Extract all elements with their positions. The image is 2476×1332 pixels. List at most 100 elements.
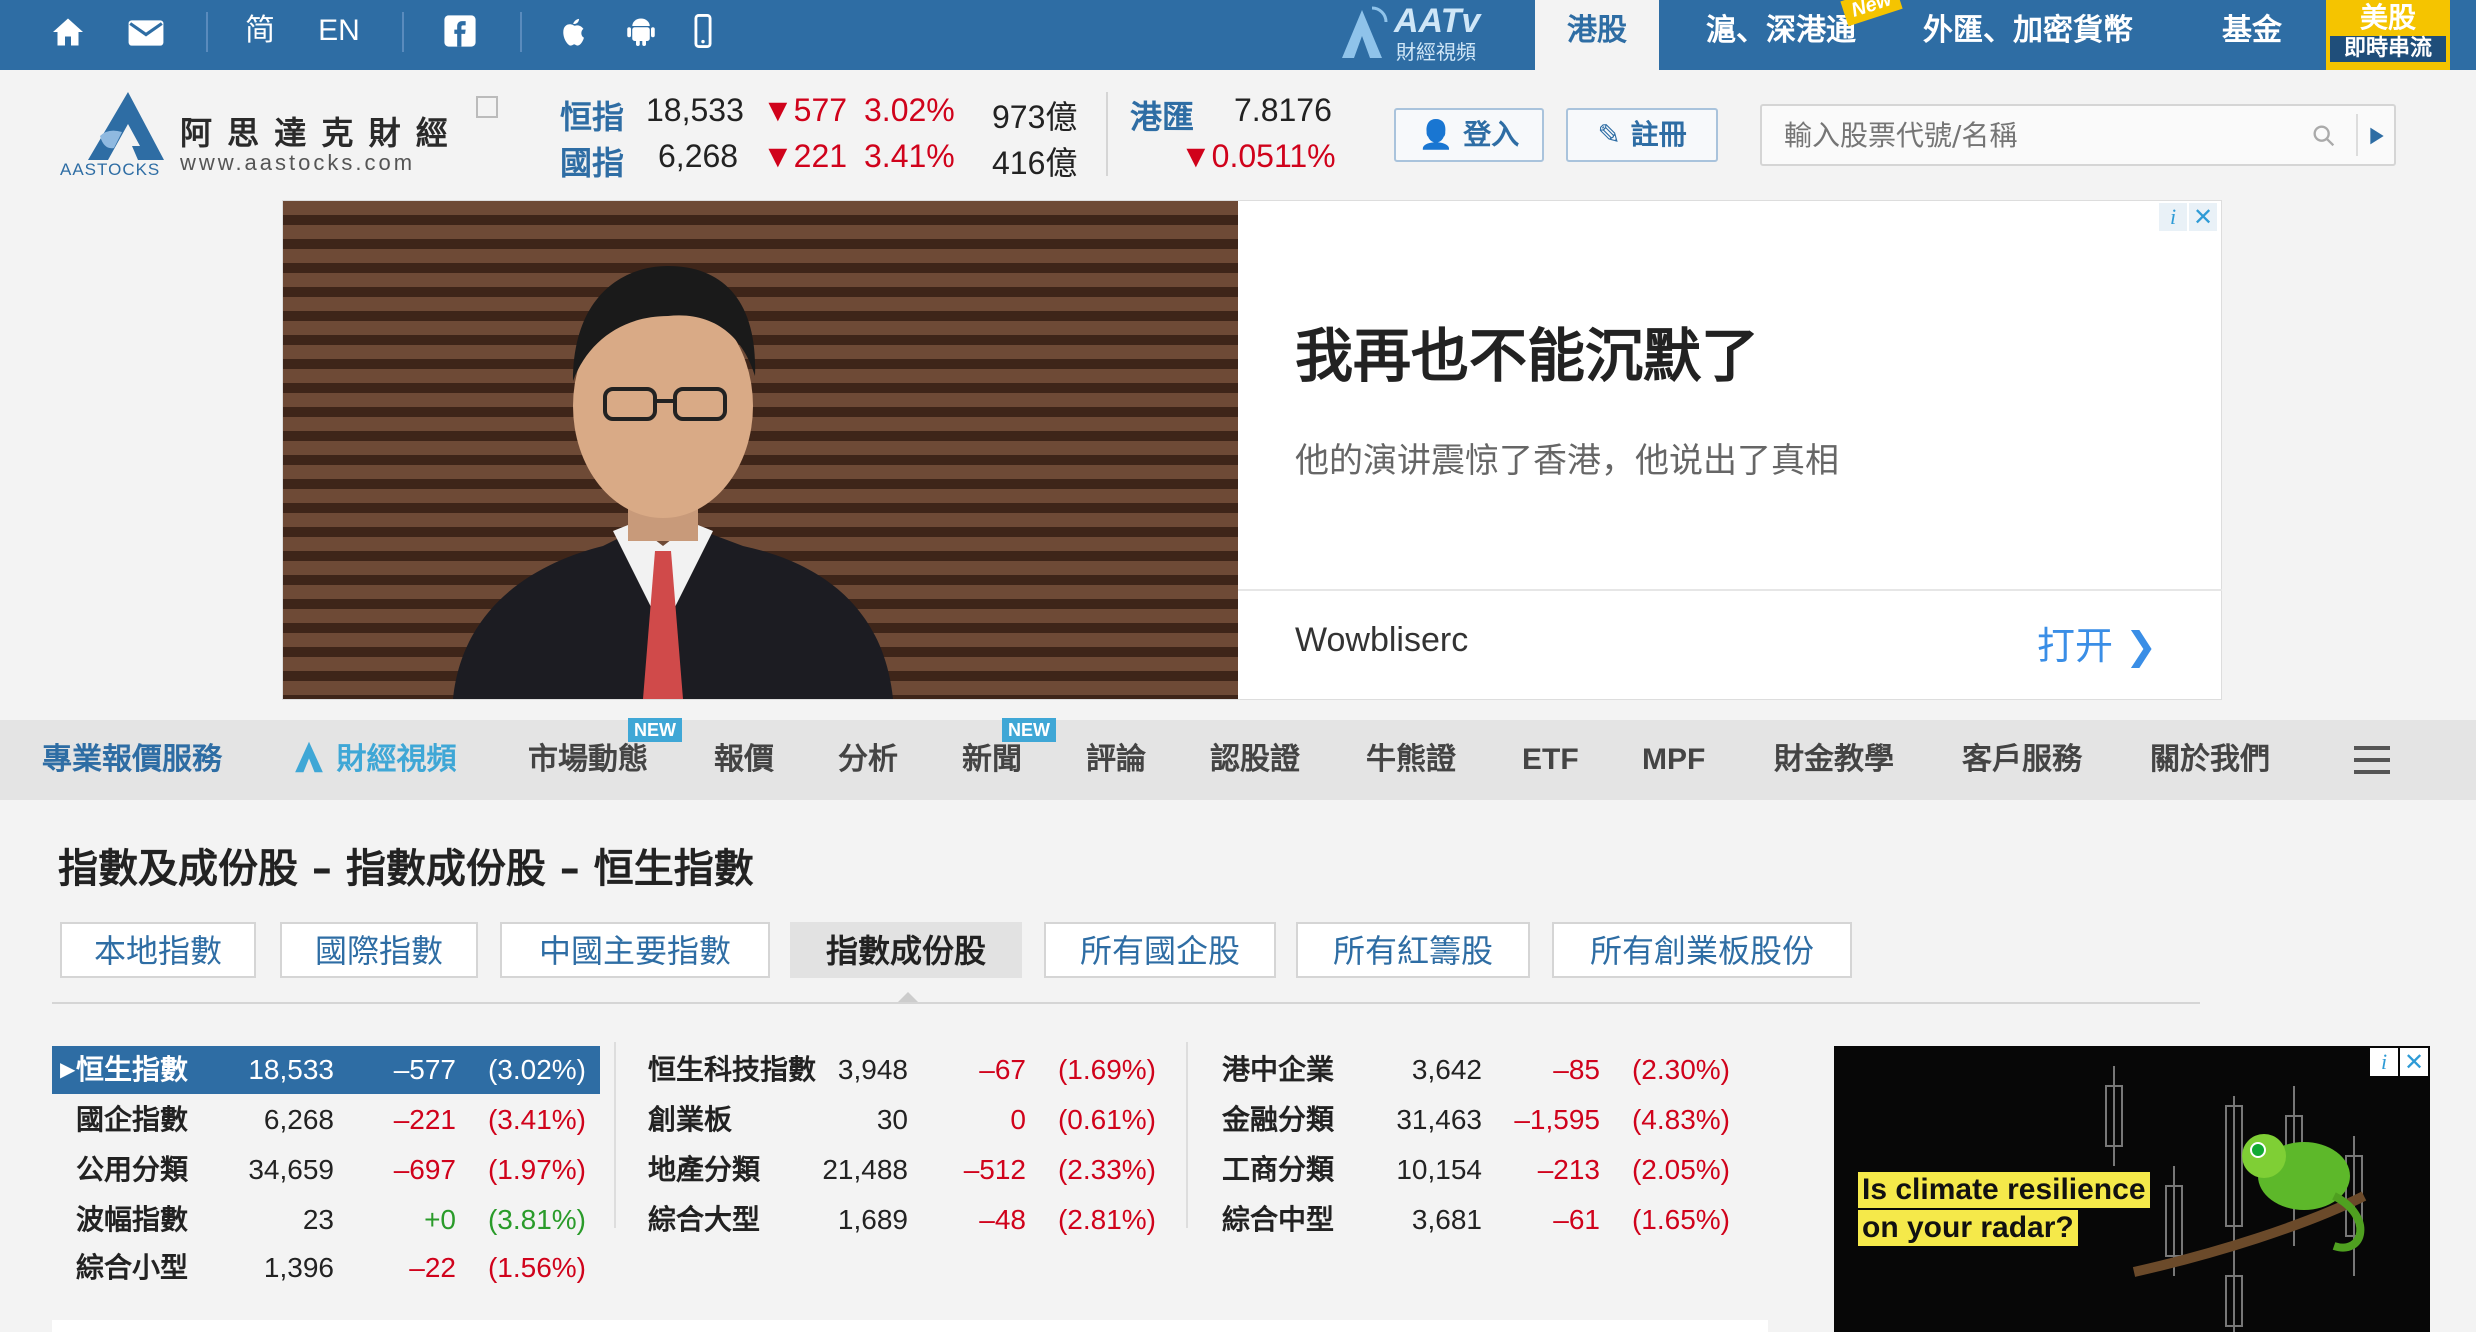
index-value: 3,681	[1411, 1204, 1482, 1235]
index-change: –213	[1537, 1154, 1600, 1185]
index-value: 10,154	[1396, 1154, 1482, 1185]
subtab-intl-index[interactable]: 國際指數	[280, 922, 478, 978]
nav-pro-quote[interactable]: 專業報價服務	[42, 720, 222, 800]
tab-hk-stocks[interactable]: 港股	[1535, 0, 1659, 70]
aatv-logo[interactable]: AATv 財經視頻	[1338, 2, 1498, 64]
index-name: 公用分類	[76, 1153, 189, 1186]
nav-cbbc[interactable]: 牛熊證	[1366, 720, 1456, 800]
nav-warrants[interactable]: 認股證	[1210, 720, 1300, 800]
ad-open-button[interactable]: 打开 ❯	[2037, 615, 2157, 670]
new-tag: New	[1840, 0, 1903, 27]
table-row[interactable]: 恒生科技指數 3,948 –67 (1.69%)	[640, 1046, 1168, 1094]
table-row[interactable]: 地產分類 21,488 –512 (2.33%)	[640, 1146, 1168, 1194]
tab-fx-crypto[interactable]: 外匯、加密貨幣	[1908, 0, 2148, 70]
index-value: 23	[302, 1204, 334, 1235]
index-pct: (3.81%)	[487, 1204, 586, 1235]
subtab-constituents[interactable]: 指數成份股	[790, 922, 1022, 978]
divider	[52, 1002, 2200, 1004]
hscei-label[interactable]: 國指	[560, 138, 624, 184]
table-row[interactable]: 金融分類 31,463 –1,595 (4.83%)	[1212, 1096, 1740, 1144]
table-row[interactable]: 創業板 30 0 (0.61%)	[640, 1096, 1168, 1144]
table-row[interactable]: 綜合中型 3,681 –61 (1.65%)	[1212, 1196, 1740, 1244]
index-change: –221	[393, 1104, 456, 1135]
side-ad-info-icon[interactable]: i	[2370, 1048, 2398, 1076]
index-value: 1,689	[837, 1204, 908, 1235]
ad-subline: 他的演讲震惊了香港，他说出了真相	[1295, 441, 1839, 481]
side-ad-close-icon[interactable]: ✕	[2400, 1048, 2428, 1076]
divider	[520, 12, 522, 52]
logo-mark-text: AASTOCKS	[60, 160, 161, 179]
nav-customer-service[interactable]: 客戶服務	[1962, 720, 2082, 800]
index-change: –67	[979, 1054, 1026, 1085]
table-row[interactable]: 國企指數 6,268 –221 (3.41%)	[52, 1096, 600, 1144]
index-change: +0	[424, 1204, 456, 1235]
nav-about[interactable]: 關於我們	[2150, 720, 2270, 800]
search-icon[interactable]	[2310, 122, 2338, 150]
side-ad[interactable]: Is climate resilience on your radar? i ✕	[1834, 1046, 2430, 1332]
fx-change: ▼0.0511%	[1180, 138, 1336, 174]
index-pct: (1.69%)	[1057, 1054, 1156, 1085]
ad-close-icon[interactable]: ✕	[2189, 203, 2217, 231]
subtab-china-index[interactable]: 中國主要指數	[500, 922, 770, 978]
expand-icon[interactable]	[476, 96, 498, 118]
divider	[402, 12, 404, 52]
ad-info-icon[interactable]: i	[2159, 203, 2187, 231]
search-box	[1760, 104, 2396, 166]
table-row[interactable]: 工商分類 10,154 –213 (2.05%)	[1212, 1146, 1740, 1194]
nav-commentary[interactable]: 評論	[1086, 720, 1146, 800]
index-change: –577	[393, 1054, 456, 1085]
ad-cta-label: 打开	[2037, 624, 2114, 668]
tab-funds[interactable]: 基金	[2192, 0, 2312, 70]
register-button[interactable]: ✎ 註冊	[1566, 108, 1718, 162]
mobile-icon[interactable]	[690, 0, 716, 70]
tab-stock-connect-label: 滬、深港通	[1706, 13, 1856, 48]
aastocks-logo[interactable]: AASTOCKS	[58, 88, 178, 184]
fx-label[interactable]: 港匯	[1130, 92, 1194, 138]
hscei-value: 6,268	[658, 138, 739, 174]
table-row[interactable]: 綜合小型 1,396 –22 (1.56%)	[52, 1244, 600, 1292]
apple-icon[interactable]	[556, 0, 590, 70]
home-icon[interactable]	[48, 0, 88, 70]
index-change: 0	[1010, 1104, 1026, 1135]
table-row[interactable]: 綜合大型 1,689 –48 (2.81%)	[640, 1196, 1168, 1244]
subtab-h-shares[interactable]: 所有國企股	[1044, 922, 1276, 978]
mail-icon[interactable]	[124, 0, 168, 70]
logo-url: www.aastocks.com	[180, 150, 416, 175]
hsi-label[interactable]: 恒指	[560, 92, 624, 138]
index-change: –512	[963, 1154, 1026, 1185]
table-row[interactable]: 波幅指數 23 +0 (3.81%)	[52, 1196, 600, 1244]
android-icon[interactable]	[624, 0, 658, 70]
subtab-gem[interactable]: 所有創業板股份	[1552, 922, 1852, 978]
table-row[interactable]: 港中企業 3,642 –85 (2.30%)	[1212, 1046, 1740, 1094]
nav-analysis[interactable]: 分析	[838, 720, 898, 800]
tab-stock-connect[interactable]: 滬、深港通 New	[1662, 0, 1903, 70]
fx-value: 7.8176	[1234, 92, 1332, 128]
ad-banner[interactable]: 我再也不能沉默了 他的演讲震惊了香港，他说出了真相 Wowbliserc 打开 …	[282, 200, 2222, 700]
nav-etf[interactable]: ETF	[1522, 720, 1579, 800]
index-name: 地產分類	[648, 1153, 761, 1186]
table-row[interactable]: ▶ 恒生指數 18,533 –577 (3.02%)	[52, 1046, 600, 1094]
hscei-change: ▼221	[762, 138, 848, 174]
index-change: –697	[393, 1154, 456, 1185]
nav-mpf[interactable]: MPF	[1642, 720, 1705, 800]
lang-en-link[interactable]: EN	[314, 0, 364, 70]
active-tab-indicator	[898, 992, 918, 1002]
index-name: 金融分類	[1222, 1103, 1335, 1136]
new-badge: NEW	[1002, 718, 1056, 742]
table-row[interactable]: 公用分類 34,659 –697 (1.97%)	[52, 1146, 600, 1194]
facebook-icon[interactable]	[440, 0, 480, 70]
lang-simplified-link[interactable]: 简	[240, 0, 280, 70]
search-input[interactable]	[1782, 114, 2282, 156]
nav-news[interactable]: 新聞 NEW	[962, 718, 1056, 800]
nav-market[interactable]: 市場動態 NEW	[528, 718, 682, 800]
login-button[interactable]: 👤 登入	[1394, 108, 1544, 162]
nav-quote[interactable]: 報價	[714, 720, 774, 800]
chevron-right-icon: ❯	[2125, 624, 2157, 668]
subtab-local-index[interactable]: 本地指數	[60, 922, 256, 978]
tab-us-stocks[interactable]: 美股 即時串流	[2326, 0, 2450, 70]
nav-education[interactable]: 財金教學	[1774, 720, 1894, 800]
play-icon[interactable]	[2368, 126, 2386, 146]
nav-video[interactable]: 財經視頻	[292, 720, 456, 800]
subtab-red-chips[interactable]: 所有紅籌股	[1296, 922, 1530, 978]
menu-icon[interactable]	[2354, 746, 2390, 774]
